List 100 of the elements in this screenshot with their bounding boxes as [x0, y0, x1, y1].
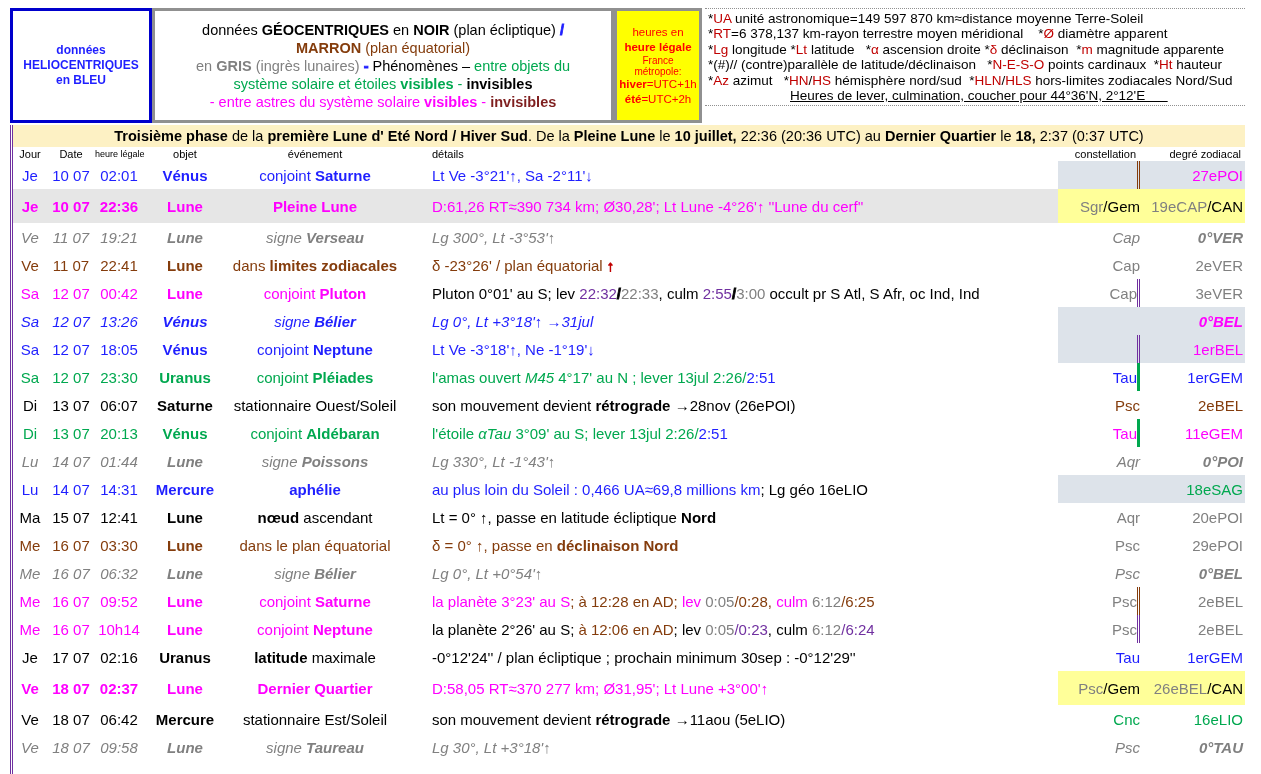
day-cell-text: Sa: [19, 313, 41, 329]
object-cell-text: Lune: [166, 229, 204, 245]
day-cell-text: Ve: [20, 257, 40, 273]
day-cell-text: Sa: [19, 285, 41, 301]
degree-cell: 1erBEL: [1140, 335, 1245, 363]
event-cell-text: aphélie: [288, 481, 342, 497]
details-cell-text: Lg 330°, Lt -1°43'↑: [431, 453, 557, 469]
day-cell-text: Ve: [20, 711, 40, 727]
date-cell-text: 17 07: [51, 649, 91, 665]
day-cell-text: Je: [20, 198, 40, 214]
constellation-cell-text: Psc: [1114, 737, 1140, 758]
legend-line: *UA unité astronomique=149 597 870 km≈distance moyenne Terre-Soleil: [708, 10, 1145, 26]
event-cell-text: signe Bélier: [273, 565, 358, 581]
degree-cell-text: 0°VER: [1196, 227, 1244, 248]
constellation-cell-text: Cnc: [1112, 709, 1140, 730]
degree-cell: 19eCAP/CAN: [1140, 189, 1245, 223]
event-cell-text: conjoint Neptune: [256, 341, 374, 357]
time-cell-text: 02:16: [99, 649, 139, 665]
event-cell-text: signe Verseau: [265, 229, 365, 245]
constellation-cell-text: Psc: [1114, 395, 1140, 416]
constellation-cell-text: Psc: [1114, 535, 1140, 556]
event-cell-text: dans le plan équatorial: [238, 537, 392, 553]
time-cell-text: 06:42: [99, 711, 139, 727]
object-cell-text: Lune: [166, 198, 204, 214]
degree-cell-text: 1erGEM: [1186, 367, 1244, 388]
legend-line: *Az azimut *HN/HS hémisphère nord/sud *HLN/HLS hors-limites zodiacales Nord/Sud: [708, 72, 1234, 88]
event-cell-text: conjoint Pluton: [262, 285, 368, 301]
degree-cell-text: 20ePOI: [1191, 507, 1244, 528]
constellation-cell-text: Cap: [1111, 255, 1140, 276]
object-cell-text: Lune: [166, 509, 204, 525]
degree-cell-text: 29ePOI: [1191, 535, 1244, 556]
object-cell-text: Uranus: [158, 649, 212, 665]
time-cell-text: 09:52: [99, 593, 139, 609]
event-cell-text: signe Taureau: [265, 739, 365, 755]
time-cell-text: 13:26: [99, 313, 139, 329]
object-cell-text: Lune: [166, 565, 204, 581]
time-cell-text: 12:41: [99, 509, 139, 525]
details-cell-text: δ = 0° ↑, passe en déclinaison Nord: [431, 537, 680, 553]
event-cell-text: nœud ascendant: [256, 509, 374, 525]
legend-line: *Lg longitude *Lt latitude *α ascension droite *δ déclinaison *m magnitude apparente: [708, 41, 1225, 57]
day-cell-text: Me: [18, 537, 42, 553]
day-cell-text: Me: [18, 621, 42, 637]
day-cell-text: Sa: [19, 341, 41, 357]
object-cell-text: Vénus: [161, 313, 209, 329]
column-header: Date: [58, 147, 84, 161]
details-cell-text: son mouvement devient rétrograde →11aou (5eLIO): [431, 711, 787, 727]
constellation-cell: Tau: [1058, 363, 1140, 391]
column-header: détails: [431, 147, 465, 161]
time-cell-text: 06:07: [99, 397, 139, 413]
details-cell-text: au plus loin du Soleil : 0,466 UA≈69,8 millions km; Lg géo 16eLIO: [431, 481, 869, 497]
degree-cell: 18eSAG: [1140, 475, 1245, 503]
constellation-cell-text: Aqr: [1115, 507, 1140, 528]
date-cell-text: 18 07: [51, 739, 92, 755]
date-cell-text: 13 07: [51, 425, 91, 441]
time-cell-text: 18:05: [99, 341, 139, 357]
object-cell-text: Lune: [166, 593, 204, 609]
day-cell-text: Je: [21, 649, 39, 665]
time-cell-text: 00:42: [99, 285, 139, 301]
constellation-cell-text: Tau: [1114, 647, 1140, 668]
object-cell-text: Vénus: [161, 341, 209, 357]
event-cell-text: dans limites zodiacales: [231, 257, 399, 273]
date-cell-text: 16 07: [51, 621, 91, 637]
legend-line: *RT=6 378,137 km-rayon terrestre moyen méridional *Ø diamètre apparent: [708, 26, 1169, 42]
date-cell-text: 12 07: [51, 285, 91, 301]
degree-cell-text: 2eBEL: [1196, 619, 1244, 640]
day-cell-text: Di: [21, 425, 39, 441]
degree-cell-text: 0°TAU: [1197, 737, 1245, 758]
event-cell-text: conjoint Aldébaran: [249, 425, 381, 441]
degree-cell-text: 2eBEL: [1196, 591, 1244, 612]
date-cell-text: 16 07: [51, 593, 91, 609]
day-cell-text: Lu: [20, 481, 40, 497]
date-cell-text: 10 07: [51, 198, 91, 214]
date-cell-text: 16 07: [51, 537, 91, 553]
event-cell-text: stationnaire Ouest/Soleil: [232, 397, 398, 413]
date-cell-text: 12 07: [51, 369, 91, 385]
heliocentric-legend-box: données HELIOCENTRIQUES en BLEU: [10, 8, 152, 123]
day-cell-text: Me: [18, 565, 42, 581]
details-cell-text: la planète 2°26' au S; à 12:06 en AD; lev 0:05/0:23, culm 6:12/6:24: [431, 621, 876, 637]
constellation-cell: Tau: [1058, 419, 1140, 447]
details-cell-text: D:58,05 RT≈370 277 km; Ø31,95'; Lt Lune +3°00'↑: [431, 680, 770, 696]
day-cell-text: Ve: [20, 739, 40, 755]
degree-cell-text: 0°BEL: [1197, 563, 1244, 584]
event-cell-text: conjoint Saturne: [258, 593, 372, 609]
details-cell-text: Lg 0°, Lt +3°18'↑ →31jul: [431, 313, 595, 329]
details-cell-text: Lt Ve -3°21'↑, Sa -2°11'↓: [431, 167, 594, 183]
time-cell-text: 06:32: [99, 565, 139, 581]
constellation-cell-text: Aqr: [1115, 451, 1140, 472]
constellation-cell: Psc/Gem: [1058, 671, 1140, 705]
column-header: objet: [172, 147, 198, 161]
object-cell-text: Lune: [166, 680, 204, 696]
constellation-cell-text: Psc: [1114, 563, 1140, 584]
constellation-cell: Psc: [1058, 587, 1140, 615]
date-cell-text: 12 07: [51, 313, 92, 329]
event-cell-text: latitude maximale: [253, 649, 377, 665]
degree-cell-text: 1erGEM: [1186, 647, 1244, 668]
date-cell-text: 18 07: [51, 680, 91, 696]
time-cell-text: 03:30: [99, 537, 139, 553]
time-cell-text: 20:13: [99, 425, 139, 441]
time-cell-text: 22:36: [98, 198, 140, 214]
degree-cell: 0°BEL: [1140, 307, 1245, 335]
